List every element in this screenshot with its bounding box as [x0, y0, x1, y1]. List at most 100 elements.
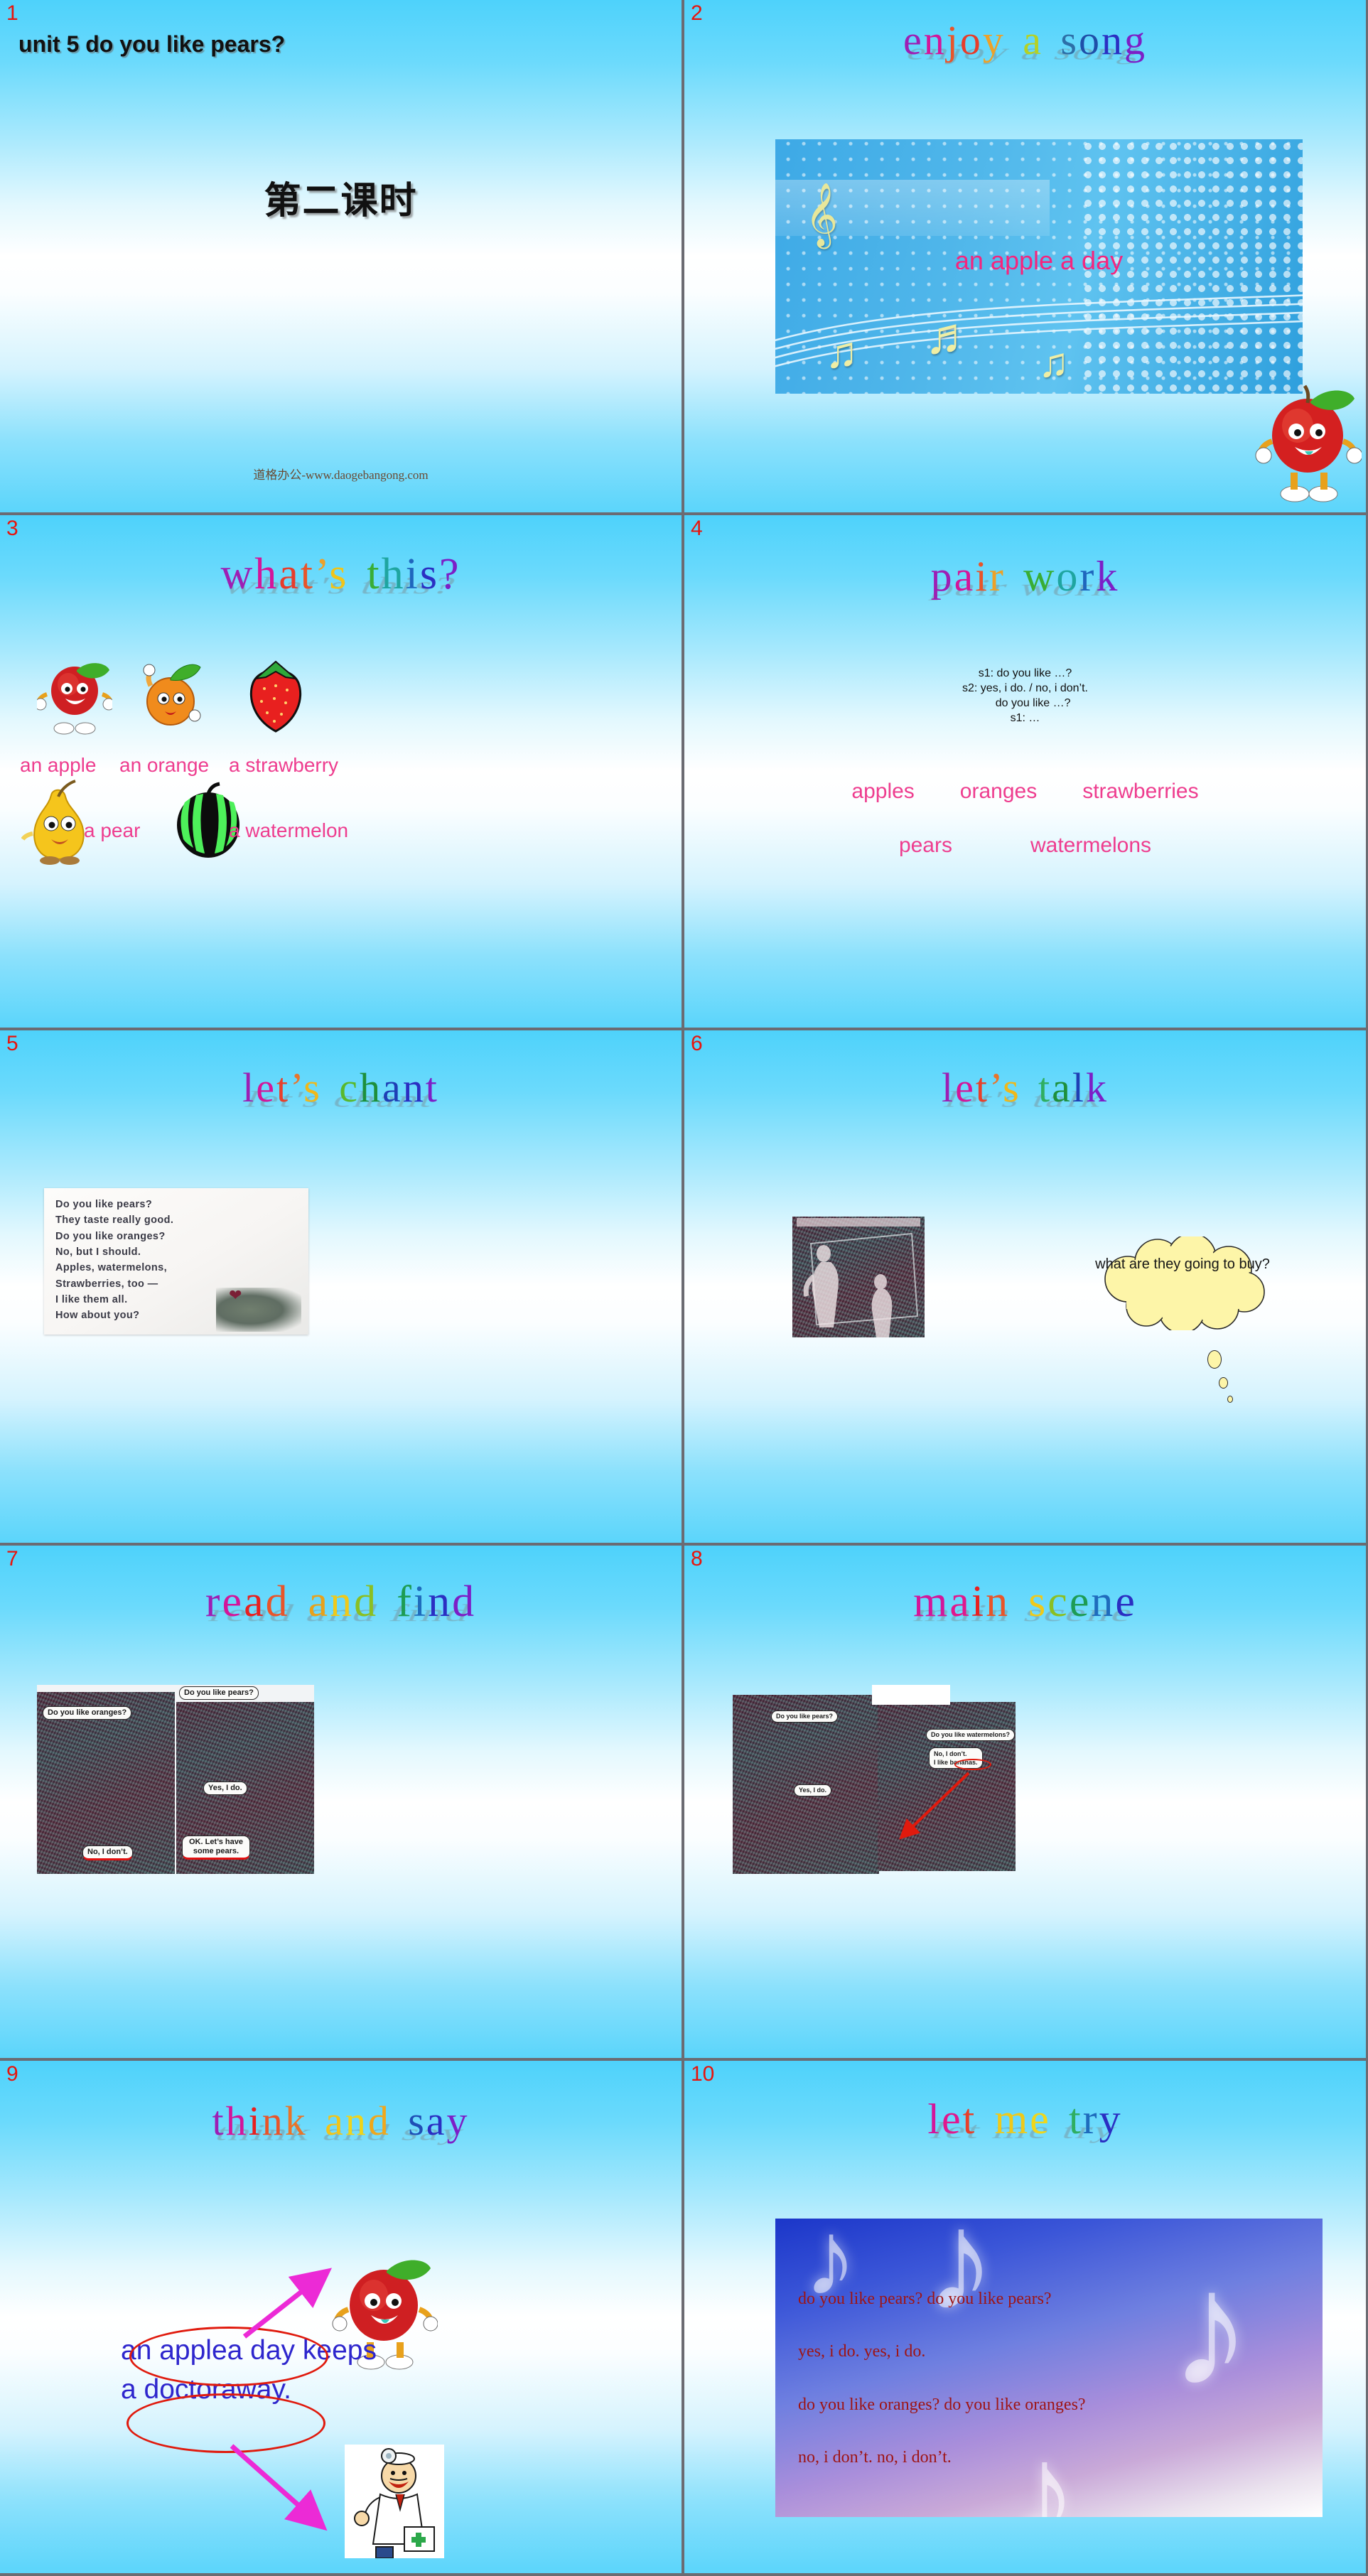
slide-number: 1 [6, 1, 18, 25]
slide-title-lets-chant: let's chant let’s chant [0, 1065, 682, 1112]
slide-number: 2 [691, 1, 703, 25]
fruit-word-row-1: apples oranges strawberries [684, 780, 1366, 804]
title-letters: let’s chant [242, 1065, 439, 1111]
fruit-word: watermelons [1030, 834, 1152, 857]
slide-9[interactable]: 9 think and say think and say an applea da… [0, 2061, 682, 2573]
lyrics-lines: do you like pears? do you like pears? ye… [798, 2273, 1086, 2484]
fruit-label-apple: an apple [20, 754, 97, 776]
slide-number: 4 [691, 517, 703, 540]
doctor-image-card [345, 2445, 444, 2558]
slide-1[interactable]: 1 unit 5 do you like pears? 第二课时 道格办公-ww… [0, 0, 682, 512]
dialog-line: s1: do you like …? [978, 667, 1072, 679]
thought-cloud-icon [1104, 1236, 1265, 1330]
speech-bubble-1a: Do you like oranges? [43, 1706, 132, 1720]
thought-bubble-dot [1227, 1396, 1233, 1403]
chant-line: I like them all. [55, 1293, 128, 1305]
fruit-word: pears [898, 834, 952, 857]
apple-icon [37, 663, 112, 735]
speech-bubble-2c: OK. Let’s have some pears. [182, 1836, 250, 1860]
fruit-word-row-2: pears watermelons [684, 834, 1366, 858]
title-letters: let’s talk [941, 1065, 1109, 1111]
speech-bubble-1b: No, I don’t. [82, 1845, 133, 1861]
orange-icon [143, 664, 201, 726]
slide-7[interactable]: 7 read and find read and find Do you like … [0, 1546, 682, 2058]
speech-bubble-3a: Do you like pears? [771, 1710, 839, 1723]
red-arrow-icon [899, 1772, 970, 1840]
slide-number: 9 [6, 2062, 18, 2086]
market-photo-figures [797, 1218, 920, 1337]
slide-title-lets-talk: let's talk let’s talk [684, 1065, 1366, 1112]
chant-line: No, but I should. [55, 1246, 141, 1258]
read-and-find-comic: Do you like oranges? No, I don’t. Do you… [37, 1685, 314, 1874]
lyric-line: no, i don’t. no, i don’t. [798, 2448, 952, 2467]
speech-bubble-2a: Do you like pears? [179, 1686, 259, 1701]
chant-line: They taste really good. [55, 1214, 174, 1227]
slide-title-think-and-say: think and say think and say [0, 2098, 682, 2145]
panel-gap-white [872, 1685, 950, 1705]
slide-8[interactable]: 8 main scene main scene Do you like pears… [684, 1546, 1366, 2058]
heart-icon: ❤ [229, 1286, 242, 1304]
dialog-line: do you like …? [979, 697, 1071, 710]
market-photo [792, 1217, 925, 1337]
slide-title-let-me-try: let me try let me try [684, 2096, 1366, 2143]
slide-number: 5 [6, 1032, 18, 1055]
page-title: unit 5 do you like pears? [18, 31, 286, 57]
chant-line: How about you? [55, 1310, 140, 1322]
slide-number: 10 [691, 2062, 715, 2086]
lyric-line: do you like oranges? do you like oranges… [798, 2395, 1086, 2414]
treble-clef-icon: 𝄞 [805, 183, 839, 245]
bananas-highlight-ellipse [954, 1759, 991, 1770]
fruit-word: strawberries [1082, 780, 1199, 803]
music-note-icon: ♫ [825, 328, 858, 377]
slide-number: 3 [6, 517, 18, 540]
slide-2[interactable]: 2 enjoy a song enjoy a song 𝄞 ♫ ♬ ♫ an app… [684, 0, 1366, 512]
slide-4[interactable]: 4 pair work pair work s1: do you like …? … [684, 515, 1366, 1028]
slide-title-read-and-find: read and find read and find [0, 1578, 682, 1627]
slide-10[interactable]: 10 let me try let me try ♪ ♪ ♪ ♪ do you li… [684, 2061, 1366, 2573]
title-letters: think and say [212, 2098, 470, 2144]
speech-bubble-4a: Do you like watermelons? [926, 1729, 1016, 1741]
slide-number: 6 [691, 1032, 703, 1055]
fruit-word: oranges [959, 780, 1038, 803]
slide-title-whats-this: what's this? what’s this? [0, 550, 682, 599]
page-subtitle: 第二课时 [264, 180, 418, 222]
title-letters: let me try [927, 2096, 1123, 2143]
slide-title-main-scene: main scene main scene [684, 1580, 1366, 1627]
slide-6[interactable]: 6 let's talk let’s talk what are they go… [684, 1030, 1366, 1543]
slide-3[interactable]: 3 what's this? what’s this? an apple an … [0, 515, 682, 1028]
music-note-icon: ♬ [925, 308, 976, 365]
thought-bubble-dot [1219, 1377, 1228, 1389]
arrow-icon-to-apple [242, 2268, 333, 2339]
fruit-label-watermelon: a watermelon [229, 819, 349, 841]
slide-title-enjoy-a-song: enjoy a song enjoy a song [684, 20, 1366, 65]
dialog-line: s1: … [1010, 712, 1040, 725]
title-letters: what’s this? [220, 550, 461, 598]
bubble-line: No, I don’t. [934, 1750, 967, 1757]
fruit-label-pear: a pear [84, 819, 141, 841]
chant-line: Do you like pears? [55, 1199, 153, 1210]
speech-bubble-2b: Yes, I do. [203, 1782, 247, 1796]
main-scene-comic: Do you like pears? Yes, I do. Do you lik… [733, 1685, 1016, 1874]
strawberry-icon [249, 660, 302, 733]
chant-card-image: Do you like pears? They taste really goo… [44, 1188, 308, 1335]
slide-number: 7 [6, 1547, 18, 1570]
title-letters: pair work [930, 553, 1120, 600]
lyric-line: do you like pears? do you like pears? [798, 2290, 1052, 2308]
thought-cloud-text: what are they going to buy? [1095, 1256, 1270, 1272]
fruit-word: apples [851, 780, 915, 803]
speech-bubble-3b: Yes, I do. [794, 1784, 832, 1796]
apple-character-icon [1255, 384, 1362, 502]
music-note-icon: ♪ [1170, 2237, 1251, 2420]
slide-5[interactable]: 5 let's chant let’s chant Do you like pea… [0, 1030, 682, 1543]
chant-lines: Do you like pears? They taste really goo… [55, 1197, 173, 1324]
chant-line: Apples, watermelons, [55, 1262, 168, 1274]
lyric-line: yes, i do. yes, i do. [798, 2342, 926, 2361]
lyrics-image: ♪ ♪ ♪ ♪ do you like pears? do you like p… [775, 2219, 1323, 2517]
slide-grid: 1 unit 5 do you like pears? 第二课时 道格办公-ww… [0, 0, 1368, 2576]
song-banner-image: 𝄞 ♫ ♬ ♫ an apple a day [775, 139, 1303, 394]
pair-work-dialog: s1: do you like …? s2: yes, i do. / no, … [684, 666, 1366, 726]
doctor-icon [345, 2445, 444, 2558]
fruit-label-strawberry: a strawberry [229, 754, 339, 776]
dialog-line: s2: yes, i do. / no, i don’t. [962, 682, 1088, 695]
title-letters: read and find [205, 1578, 477, 1626]
